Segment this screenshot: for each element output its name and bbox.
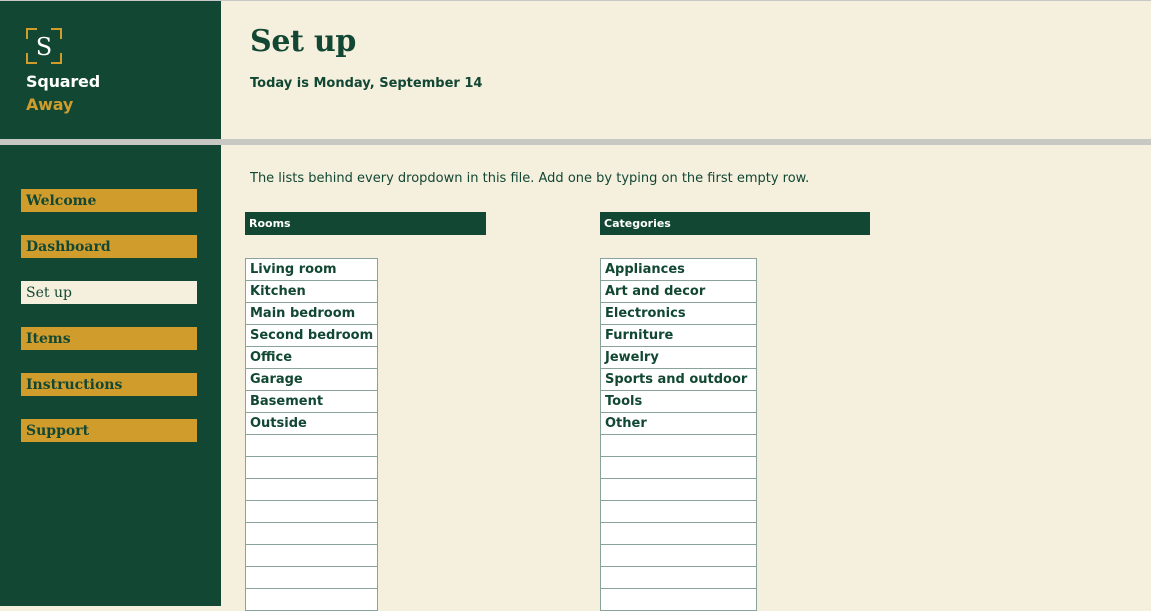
categories-cell[interactable]: Art and decor (600, 280, 757, 303)
table-row (244, 522, 379, 545)
rooms-cell[interactable]: Basement (244, 390, 379, 413)
table-row: Garage (244, 368, 379, 391)
table-row (600, 544, 757, 567)
table-row (244, 588, 379, 611)
table-row: Living room (244, 258, 379, 281)
categories-cell[interactable]: Jewelry (600, 346, 757, 369)
table-row: Kitchen (244, 280, 379, 303)
rooms-cell[interactable] (244, 456, 379, 479)
rooms-list: Living room Kitchen Main bedroom Second bed… (244, 258, 379, 611)
categories-cell[interactable]: Other (600, 412, 757, 435)
table-row: Electronics (600, 302, 757, 325)
table-row (600, 522, 757, 545)
header-divider (0, 139, 1151, 145)
categories-cell[interactable] (600, 434, 757, 457)
rooms-cell[interactable]: Kitchen (244, 280, 379, 303)
table-row: Appliances (600, 258, 757, 281)
categories-cell[interactable] (600, 544, 757, 567)
table-row: Tools (600, 390, 757, 413)
categories-cell[interactable] (600, 478, 757, 501)
table-row (600, 456, 757, 479)
logo-icon: S (26, 28, 62, 64)
categories-cell[interactable] (600, 566, 757, 589)
categories-cell[interactable]: Tools (600, 390, 757, 413)
nav-support[interactable]: Support (21, 419, 197, 442)
rooms-cell[interactable]: Main bedroom (244, 302, 379, 325)
table-row (600, 588, 757, 611)
categories-cell[interactable] (600, 500, 757, 523)
table-row: Other (600, 412, 757, 435)
table-row (244, 544, 379, 567)
table-row (244, 500, 379, 523)
rooms-cell[interactable] (244, 588, 379, 611)
rooms-cell[interactable] (244, 478, 379, 501)
rooms-cell[interactable] (244, 500, 379, 523)
sidebar-brand-panel (0, 1, 221, 139)
table-row (244, 478, 379, 501)
brand-name-line2: Away (26, 95, 74, 114)
rooms-cell[interactable]: Living room (244, 258, 379, 281)
table-row: Furniture (600, 324, 757, 347)
table-row: Sports and outdoor (600, 368, 757, 391)
rooms-cell[interactable] (244, 522, 379, 545)
categories-cell[interactable] (600, 456, 757, 479)
rooms-cell[interactable]: Office (244, 346, 379, 369)
table-row: Outside (244, 412, 379, 435)
categories-cell[interactable]: Sports and outdoor (600, 368, 757, 391)
table-row: Jewelry (600, 346, 757, 369)
rooms-cell[interactable]: Garage (244, 368, 379, 391)
rooms-header: Rooms (245, 212, 486, 235)
rooms-cell[interactable] (244, 566, 379, 589)
table-row (244, 434, 379, 457)
table-row: Office (244, 346, 379, 369)
table-row: Basement (244, 390, 379, 413)
table-row: Main bedroom (244, 302, 379, 325)
nav-set-up[interactable]: Set up (21, 281, 197, 304)
rooms-cell[interactable]: Second bedroom (244, 324, 379, 347)
logo-letter: S (36, 33, 52, 61)
categories-cell[interactable] (600, 588, 757, 611)
intro-text: The lists behind every dropdown in this … (250, 171, 810, 186)
categories-cell[interactable] (600, 522, 757, 545)
page-date: Today is Monday, September 14 (250, 76, 483, 91)
table-row (600, 434, 757, 457)
categories-header: Categories (600, 212, 870, 235)
table-row (600, 500, 757, 523)
page-title: Set up (250, 24, 357, 59)
table-row (244, 566, 379, 589)
table-row (600, 566, 757, 589)
categories-cell[interactable]: Appliances (600, 258, 757, 281)
categories-cell[interactable]: Electronics (600, 302, 757, 325)
nav-dashboard[interactable]: Dashboard (21, 235, 197, 258)
table-row (600, 478, 757, 501)
table-row (244, 456, 379, 479)
table-row: Second bedroom (244, 324, 379, 347)
categories-list: Appliances Art and decor Electronics Furnit… (600, 258, 757, 611)
rooms-cell[interactable] (244, 434, 379, 457)
nav-welcome[interactable]: Welcome (21, 189, 197, 212)
rooms-cell[interactable]: Outside (244, 412, 379, 435)
brand-name-line1: Squared (26, 72, 100, 91)
nav-items[interactable]: Items (21, 327, 197, 350)
rooms-cell[interactable] (244, 544, 379, 567)
nav-instructions[interactable]: Instructions (21, 373, 197, 396)
categories-cell[interactable]: Furniture (600, 324, 757, 347)
table-row: Art and decor (600, 280, 757, 303)
